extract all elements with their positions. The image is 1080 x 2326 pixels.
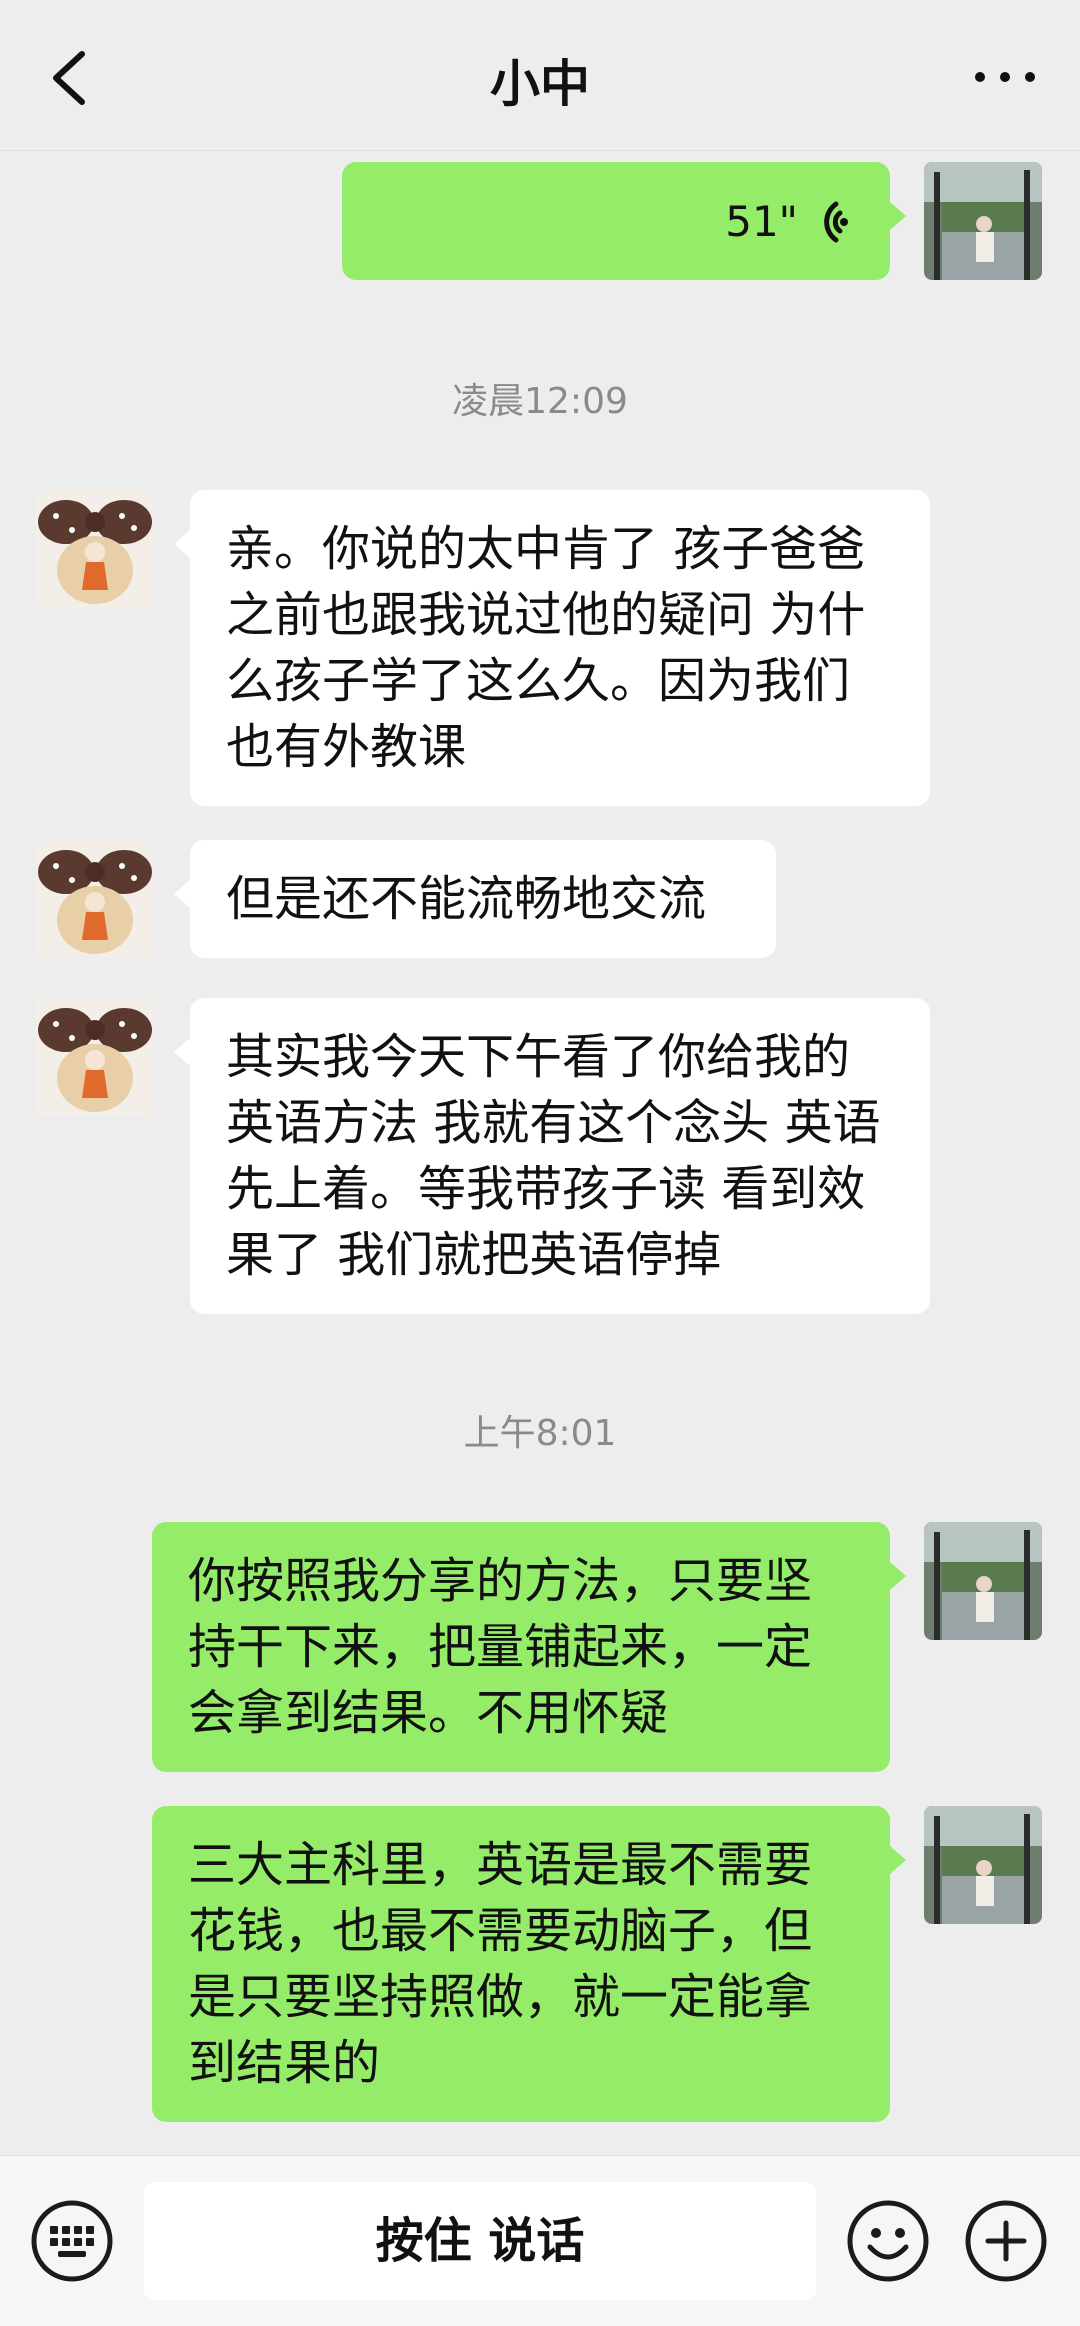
plus-icon[interactable] bbox=[964, 2199, 1048, 2283]
my-avatar-image bbox=[924, 1522, 1042, 1640]
input-bar: 按住 说话 bbox=[0, 2155, 1080, 2326]
chat-header: 小中 bbox=[0, 0, 1080, 151]
voice-message-content: 51" bbox=[725, 194, 850, 250]
message-list[interactable]: 51" 凌晨12:09 亲。你说的太中肯了 孩子爸爸之前也跟我说过他的疑问 为什… bbox=[0, 150, 1080, 2155]
hold-to-talk-button[interactable]: 按住 说话 bbox=[144, 2182, 816, 2300]
contact-avatar-image bbox=[36, 998, 154, 1116]
voice-message-bubble[interactable]: 51" bbox=[342, 162, 906, 280]
my-avatar-image bbox=[924, 1806, 1042, 1924]
my-avatar[interactable] bbox=[924, 1522, 1042, 1640]
timestamp: 凌晨12:09 bbox=[452, 381, 628, 422]
my-avatar[interactable] bbox=[924, 162, 1042, 280]
keyboard-icon[interactable] bbox=[30, 2199, 114, 2283]
chat-title: 小中 bbox=[490, 55, 590, 113]
voice-wave-icon bbox=[824, 201, 848, 243]
contact-avatar[interactable] bbox=[36, 490, 154, 608]
contact-avatar-image bbox=[36, 490, 154, 608]
contact-avatar[interactable] bbox=[36, 998, 154, 1116]
emoji-icon[interactable] bbox=[846, 2199, 930, 2283]
incoming-message[interactable]: 其实我今天下午看了你给我的英语方法 我就有这个念头 英语先上着。等我带孩子读 看… bbox=[174, 998, 930, 1314]
voice-duration: 51" bbox=[725, 197, 798, 246]
outgoing-message[interactable]: 三大主科里，英语是最不需要花钱，也最不需要动脑子，但是只要坚持照做，就一定能拿到… bbox=[152, 1806, 906, 2122]
my-avatar[interactable] bbox=[924, 1806, 1042, 1924]
contact-avatar[interactable] bbox=[36, 840, 154, 958]
more-options-icon[interactable] bbox=[970, 62, 1040, 92]
contact-avatar-image bbox=[36, 840, 154, 958]
outgoing-message[interactable]: 你按照我分享的方法，只要坚持干下来，把量铺起来，一定会拿到结果。不用怀疑 bbox=[152, 1522, 906, 1772]
timestamp: 上午8:01 bbox=[463, 1413, 617, 1454]
incoming-message[interactable]: 但是还不能流畅地交流 bbox=[174, 840, 776, 958]
incoming-message[interactable]: 亲。你说的太中肯了 孩子爸爸之前也跟我说过他的疑问 为什么孩子学了这么久。因为我… bbox=[174, 490, 930, 806]
my-avatar-image bbox=[924, 162, 1042, 280]
